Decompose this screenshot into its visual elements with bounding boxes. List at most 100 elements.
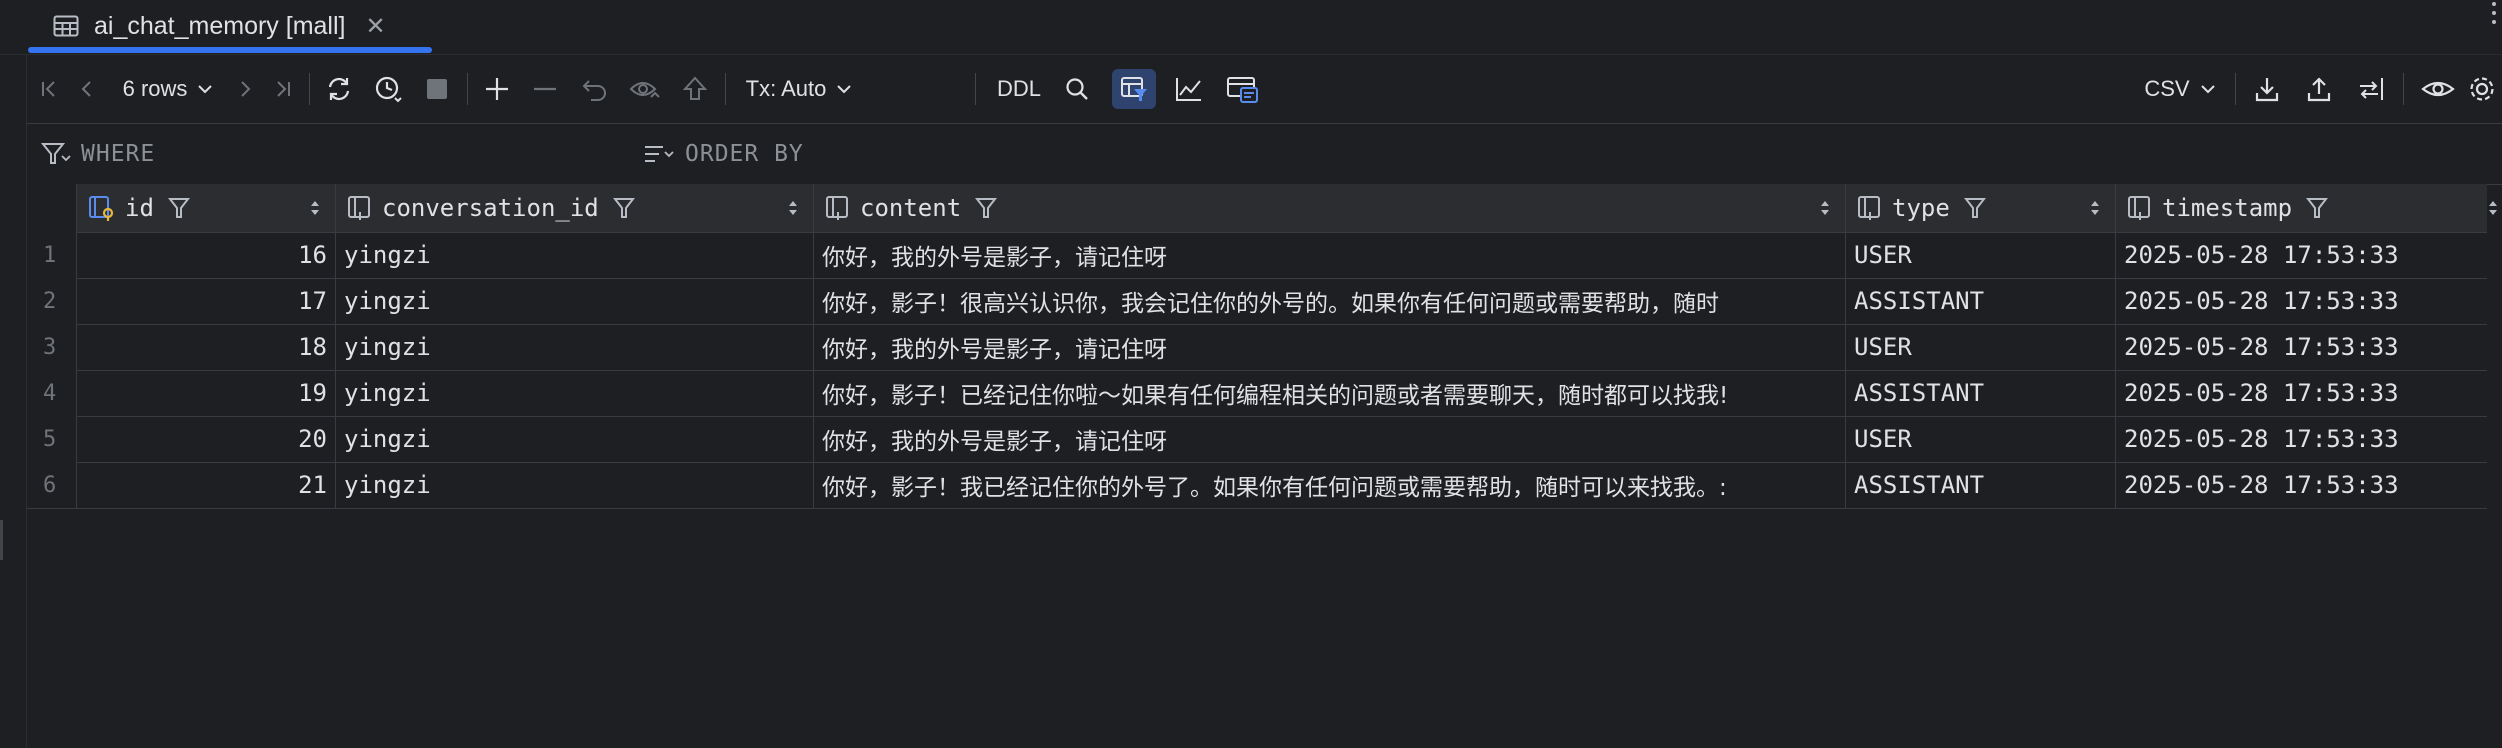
delete-row-icon[interactable] <box>523 69 567 109</box>
cell-content[interactable]: 你好，我的外号是影子，请记住呀 <box>814 324 1846 370</box>
export-format-dropdown[interactable]: CSV <box>2137 69 2223 109</box>
column-header-timestamp[interactable]: timestamp <box>2116 184 2502 232</box>
cell-conversation-id[interactable]: yingzi <box>336 462 814 508</box>
row-number[interactable]: 5 <box>27 416 77 462</box>
view-options-eye-icon[interactable] <box>2415 69 2461 109</box>
column-header-content[interactable]: content <box>814 184 1846 232</box>
download-icon[interactable] <box>2245 69 2289 109</box>
cell-id[interactable]: 17 <box>77 278 336 324</box>
cell-timestamp[interactable]: 2025-05-28 17:53:33 <box>2116 324 2502 370</box>
add-row-icon[interactable] <box>475 69 519 109</box>
column-filter-icon[interactable] <box>2306 196 2329 220</box>
sort-icon[interactable] <box>309 198 321 218</box>
data-editor-toolbar: 6 rows Tx: Auto DDL CSV <box>27 55 2502 124</box>
next-page-icon[interactable] <box>227 69 263 109</box>
sort-icon[interactable] <box>787 198 799 218</box>
page-size-dropdown[interactable]: 6 rows <box>113 69 223 109</box>
history-icon[interactable] <box>365 69 413 109</box>
export-format-label: CSV <box>2144 76 2190 101</box>
more-options-icon[interactable] <box>2486 2 2502 24</box>
toolbar-separator <box>2235 73 2236 105</box>
cell-type[interactable]: ASSISTANT <box>1846 462 2116 508</box>
cell-content[interactable]: 你好，影子！已经记住你啦～如果有任何编程相关的问题或者需要聊天，随时都可以找我! <box>814 370 1846 416</box>
order-by-input[interactable]: ORDER BY <box>643 124 1203 184</box>
row-number[interactable]: 1 <box>27 232 77 278</box>
previous-page-icon[interactable] <box>69 69 105 109</box>
cell-type[interactable]: USER <box>1846 232 2116 278</box>
chart-icon[interactable] <box>1167 69 1211 109</box>
refresh-icon[interactable] <box>317 69 361 109</box>
row-number[interactable]: 3 <box>27 324 77 370</box>
cell-conversation-id[interactable]: yingzi <box>336 416 814 462</box>
ddl-button[interactable]: DDL <box>989 69 1049 109</box>
close-icon[interactable]: ✕ <box>365 12 385 40</box>
search-icon[interactable] <box>1057 69 1097 109</box>
transaction-mode-dropdown[interactable]: Tx: Auto <box>733 69 865 109</box>
column-header-type[interactable]: type <box>1846 184 2116 232</box>
editor-tab-bar: ai_chat_memory [mall] ✕ <box>0 0 2502 55</box>
column-filter-icon[interactable] <box>167 196 190 220</box>
submit-preview-icon[interactable] <box>623 69 667 109</box>
toolbar-separator <box>975 73 976 105</box>
column-header-id[interactable]: id <box>77 184 336 232</box>
filter-icon <box>41 143 71 164</box>
row-number[interactable]: 6 <box>27 462 77 508</box>
row-number[interactable]: 4 <box>27 370 77 416</box>
cell-id[interactable]: 19 <box>77 370 336 416</box>
cell-type[interactable]: USER <box>1846 416 2116 462</box>
column-name: content <box>860 194 962 222</box>
cell-conversation-id[interactable]: yingzi <box>336 278 814 324</box>
row-number[interactable]: 2 <box>27 278 77 324</box>
cell-id[interactable]: 20 <box>77 416 336 462</box>
column-icon <box>348 196 370 220</box>
upload-icon[interactable] <box>2297 69 2341 109</box>
first-page-icon[interactable] <box>31 69 67 109</box>
where-filter-input[interactable]: WHERE <box>41 124 601 184</box>
cell-conversation-id[interactable]: yingzi <box>336 232 814 278</box>
cell-type[interactable]: ASSISTANT <box>1846 370 2116 416</box>
cell-content[interactable]: 你好，影子！我已经记住你的外号了。如果你有任何问题或需要帮助，随时可以来找我。: <box>814 462 1846 508</box>
table-row[interactable]: 2 17 yingzi 你好，影子！很高兴认识你，我会记住你的外号的。如果你有任… <box>27 278 2487 325</box>
table-row[interactable]: 3 18 yingzi 你好，我的外号是影子，请记住呀 USER 2025-05… <box>27 324 2487 371</box>
table-row[interactable]: 4 19 yingzi 你好，影子！已经记住你啦～如果有任何编程相关的问题或者需… <box>27 370 2487 417</box>
sort-icon[interactable] <box>1819 198 1831 218</box>
compare-icon[interactable] <box>2349 69 2393 109</box>
gutter-scroll-marker <box>0 520 3 560</box>
column-icon <box>2128 196 2150 220</box>
column-filter-icon[interactable] <box>975 196 998 220</box>
cell-timestamp[interactable]: 2025-05-28 17:53:33 <box>2116 416 2502 462</box>
where-placeholder: WHERE <box>81 141 156 167</box>
cell-content[interactable]: 你好，我的外号是影子，请记住呀 <box>814 232 1846 278</box>
table-row[interactable]: 6 21 yingzi 你好，影子！我已经记住你的外号了。如果你有任何问题或需要… <box>27 462 2487 509</box>
editor-view-icon[interactable] <box>1219 69 1265 109</box>
filter-bar: WHERE ORDER BY <box>27 124 2502 185</box>
cell-timestamp[interactable]: 2025-05-28 17:53:33 <box>2116 232 2502 278</box>
cell-content[interactable]: 你好，我的外号是影子，请记住呀 <box>814 416 1846 462</box>
filter-panel-toggle-icon[interactable] <box>1112 69 1156 109</box>
cell-id[interactable]: 16 <box>77 232 336 278</box>
column-header-conversation-id[interactable]: conversation_id <box>336 184 814 232</box>
tab-ai-chat-memory[interactable]: ai_chat_memory [mall] ✕ <box>34 0 432 52</box>
column-filter-icon[interactable] <box>1963 196 1986 220</box>
cell-type[interactable]: ASSISTANT <box>1846 278 2116 324</box>
cell-content[interactable]: 你好，影子！很高兴认识你，我会记住你的外号的。如果你有任何问题或需要帮助，随时 <box>814 278 1846 324</box>
submit-icon[interactable] <box>673 69 717 109</box>
cell-timestamp[interactable]: 2025-05-28 17:53:33 <box>2116 462 2502 508</box>
table-row[interactable]: 1 16 yingzi 你好，我的外号是影子，请记住呀 USER 2025-05… <box>27 232 2487 279</box>
settings-gear-icon[interactable] <box>2467 69 2501 109</box>
primary-key-column-icon <box>89 196 114 221</box>
cell-timestamp[interactable]: 2025-05-28 17:53:33 <box>2116 278 2502 324</box>
stop-icon[interactable] <box>417 69 457 109</box>
cell-id[interactable]: 18 <box>77 324 336 370</box>
table-row[interactable]: 5 20 yingzi 你好，我的外号是影子，请记住呀 USER 2025-05… <box>27 416 2487 463</box>
revert-icon[interactable] <box>573 69 617 109</box>
sort-icon[interactable] <box>2089 198 2101 218</box>
cell-conversation-id[interactable]: yingzi <box>336 324 814 370</box>
cell-conversation-id[interactable]: yingzi <box>336 370 814 416</box>
column-filter-icon[interactable] <box>612 196 635 220</box>
cell-id[interactable]: 21 <box>77 462 336 508</box>
sort-icon[interactable] <box>2487 198 2499 218</box>
cell-type[interactable]: USER <box>1846 324 2116 370</box>
cell-timestamp[interactable]: 2025-05-28 17:53:33 <box>2116 370 2502 416</box>
last-page-icon[interactable] <box>265 69 301 109</box>
